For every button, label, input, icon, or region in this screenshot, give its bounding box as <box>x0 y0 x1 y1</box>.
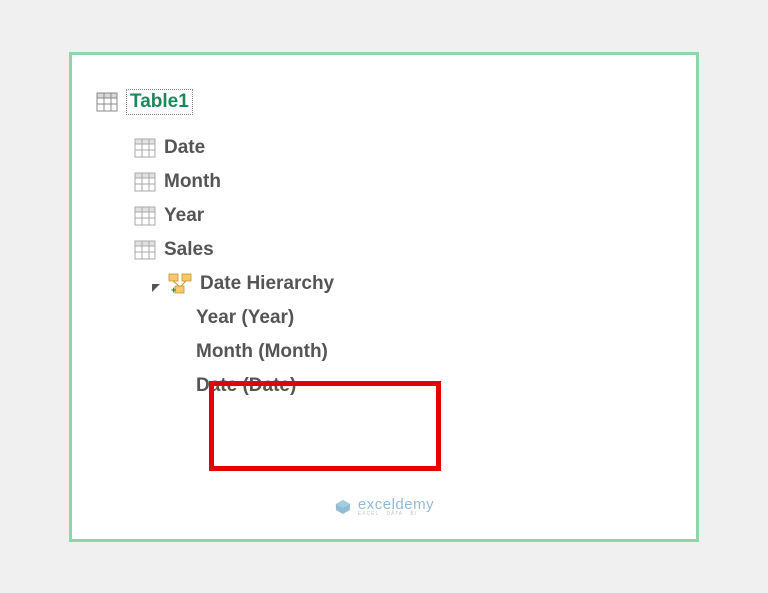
hierarchy-icon: + <box>168 273 192 295</box>
tree-hierarchy-level-label: Year (Year) <box>196 307 294 329</box>
tree-column-month[interactable]: Month <box>96 165 672 199</box>
table-icon <box>134 206 156 226</box>
watermark-logo-icon <box>334 498 352 516</box>
watermark: exceldemy EXCEL · DATA · BI <box>334 497 434 517</box>
tree-hierarchy-node[interactable]: + Date Hierarchy <box>96 267 672 301</box>
tree-hierarchy-label: Date Hierarchy <box>200 273 334 295</box>
svg-text:+: + <box>171 285 176 295</box>
fields-panel: Table1 Date Month <box>69 52 699 542</box>
tree-column-sales[interactable]: Sales <box>96 233 672 267</box>
tree-column-label: Year <box>164 205 204 227</box>
tree-column-date[interactable]: Date <box>96 131 672 165</box>
watermark-main: exceldemy <box>358 497 434 512</box>
collapse-triangle-icon[interactable] <box>150 278 162 290</box>
tree-column-label: Date <box>164 137 205 159</box>
tree-hierarchy-level-label: Month (Month) <box>196 341 328 363</box>
tree-root-table[interactable]: Table1 <box>96 83 672 121</box>
tree-column-label: Month <box>164 171 221 193</box>
watermark-text: exceldemy EXCEL · DATA · BI <box>358 497 434 517</box>
table-icon <box>134 240 156 260</box>
tree-hierarchy-level-month[interactable]: Month (Month) <box>96 335 672 369</box>
tree-hierarchy-level-year[interactable]: Year (Year) <box>96 301 672 335</box>
table-icon <box>134 172 156 192</box>
tree-hierarchy-level-date[interactable]: Date (Date) <box>96 369 672 403</box>
tree-hierarchy-level-label: Date (Date) <box>196 375 296 397</box>
tree-column-label: Sales <box>164 239 214 261</box>
table-icon <box>134 138 156 158</box>
spacer <box>96 121 672 131</box>
tree-root-label: Table1 <box>126 89 193 115</box>
watermark-sub: EXCEL · DATA · BI <box>358 512 434 517</box>
tree-column-year[interactable]: Year <box>96 199 672 233</box>
table-icon <box>96 92 118 112</box>
